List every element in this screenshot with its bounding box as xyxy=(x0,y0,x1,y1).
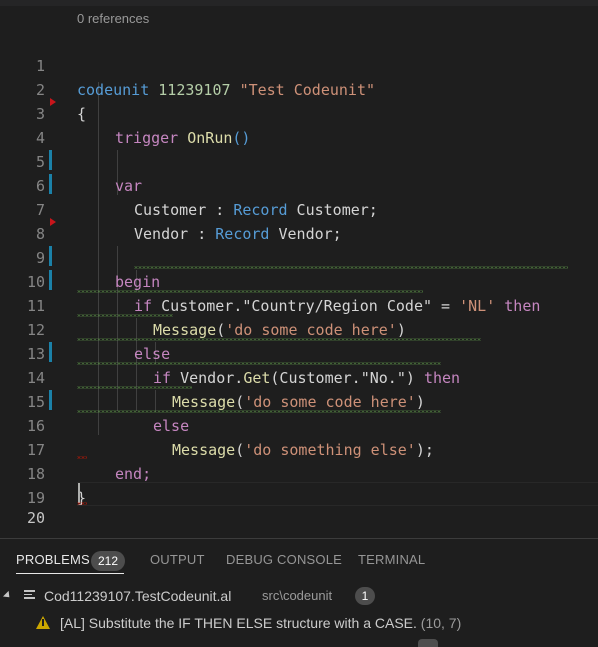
warning-squiggle[interactable] xyxy=(77,386,192,389)
problem-file-path: src\codeunit xyxy=(262,588,333,603)
warning-squiggle[interactable] xyxy=(134,266,568,269)
error-squiggle[interactable] xyxy=(77,456,87,459)
panel-scrollbar-thumb[interactable] xyxy=(418,639,438,647)
code-line-7[interactable]: 7 Vendor : Record Vendor; xyxy=(0,174,598,243)
problem-file-name: Cod11239107.TestCodeunit.al xyxy=(44,588,232,604)
error-squiggle[interactable] xyxy=(77,502,87,505)
file-icon xyxy=(24,590,35,600)
code-line-18[interactable]: 18 } xyxy=(0,438,598,507)
code-line-4[interactable]: 4 xyxy=(0,102,598,147)
problem-message: [AL] Substitute the IF THEN ELSE structu… xyxy=(60,615,417,631)
code-line-9[interactable]: 9 begin xyxy=(0,222,598,291)
code-line-5[interactable]: 5 var xyxy=(0,126,598,195)
editor-top-border xyxy=(0,0,598,6)
text-cursor xyxy=(78,483,80,503)
tab-debug-console[interactable]: DEBUG CONSOLE xyxy=(226,552,342,567)
bottom-panel: PROBLEMS 212 OUTPUT DEBUG CONSOLE TERMIN… xyxy=(0,538,598,647)
problem-file-count-badge: 1 xyxy=(355,587,375,605)
codelens-references[interactable]: 0 references xyxy=(77,11,149,26)
code-editor[interactable]: 0 references 1 codeunit 11239107 "Test C… xyxy=(0,0,598,538)
active-tab-underline xyxy=(16,573,124,574)
panel-tabs: PROBLEMS 212 OUTPUT DEBUG CONSOLE TERMIN… xyxy=(0,539,598,579)
code-line-8[interactable]: 8 xyxy=(0,198,598,243)
code-line-20[interactable]: 20 xyxy=(0,482,598,527)
code-line-1[interactable]: 1 codeunit 11239107 "Test Codeunit" xyxy=(0,30,598,99)
code-line-6[interactable]: 6 Customer : Record Customer; xyxy=(0,150,598,219)
problem-row[interactable]: [AL] Substitute the IF THEN ELSE structu… xyxy=(0,612,598,634)
problem-file-row[interactable]: Cod11239107.TestCodeunit.al src\codeunit… xyxy=(0,585,598,607)
warning-squiggle[interactable] xyxy=(77,410,441,413)
problem-position: (10, 7) xyxy=(420,615,462,631)
warning-squiggle[interactable] xyxy=(77,338,481,341)
code-line-17[interactable]: 17 end; xyxy=(0,414,598,483)
warning-squiggle[interactable] xyxy=(77,314,173,317)
tab-problems[interactable]: PROBLEMS xyxy=(16,552,90,567)
tab-output[interactable]: OUTPUT xyxy=(150,552,205,567)
chevron-down-icon[interactable] xyxy=(2,590,13,601)
problems-count-badge: 212 xyxy=(91,551,125,571)
warning-icon-mark xyxy=(42,619,44,626)
line-number: 20 xyxy=(26,509,45,527)
code-line-2[interactable]: 2 { xyxy=(0,54,598,123)
tab-terminal[interactable]: TERMINAL xyxy=(358,552,425,567)
warning-squiggle[interactable] xyxy=(77,362,441,365)
code-line-3[interactable]: 3 trigger OnRun() xyxy=(0,78,598,147)
warning-squiggle[interactable] xyxy=(77,290,423,293)
